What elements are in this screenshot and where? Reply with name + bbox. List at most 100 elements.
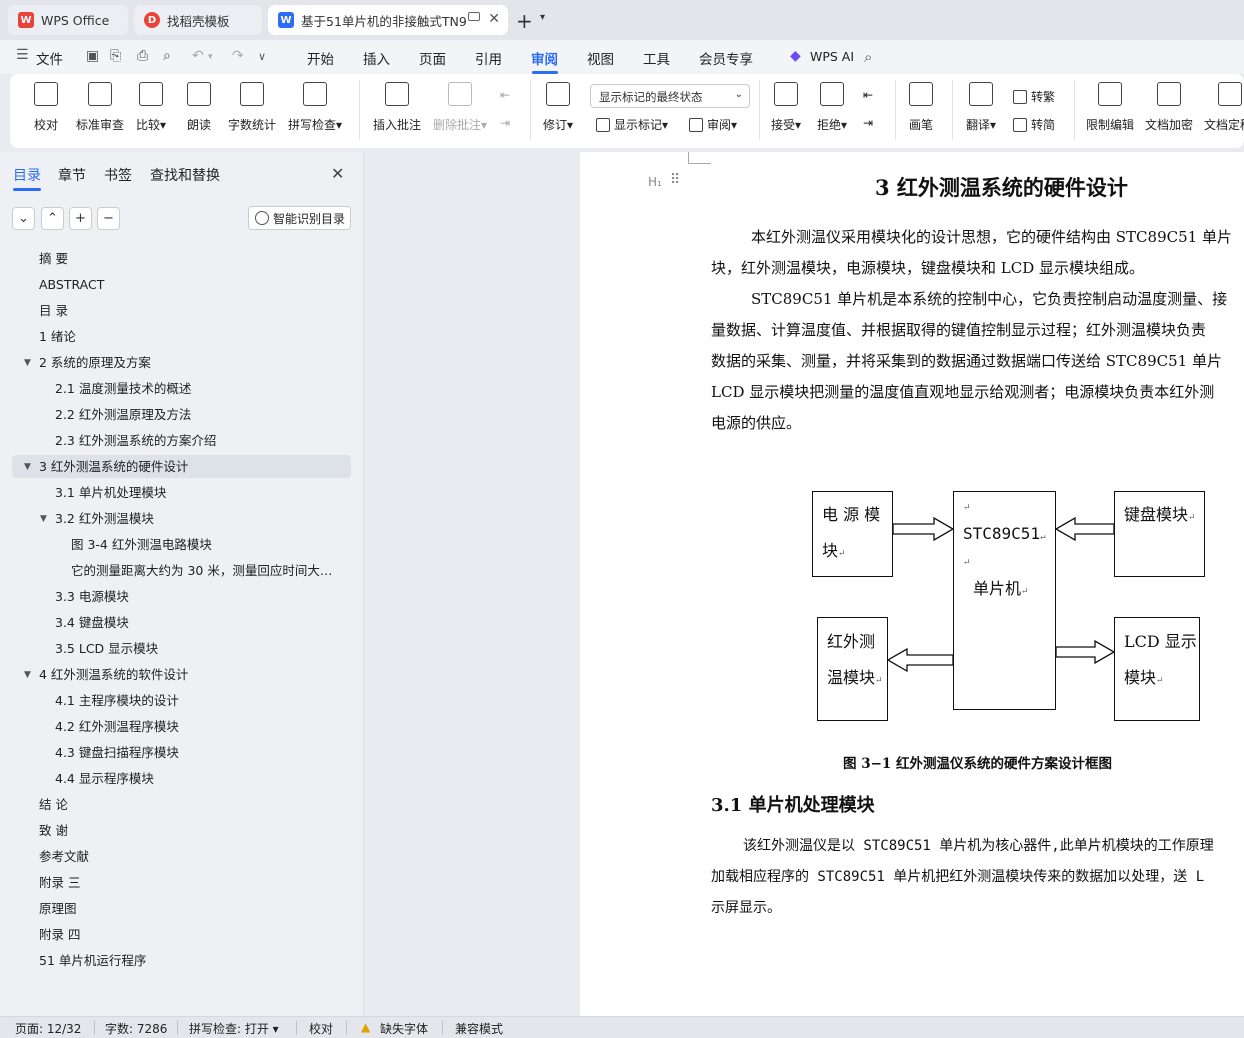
toc-item[interactable]: 4.1 主程序模块的设计 xyxy=(0,690,340,712)
toc-item[interactable]: 致 谢 xyxy=(0,820,340,842)
expand-triangle-icon[interactable]: ▼ xyxy=(40,508,47,530)
reject-button[interactable]: 拒绝▾ xyxy=(817,82,847,133)
nav-tab-toc[interactable]: 目录 xyxy=(13,165,41,185)
chevron-down-icon[interactable]: ▾ xyxy=(208,52,213,62)
toc-item[interactable]: 结 论 xyxy=(0,794,340,816)
toc-item[interactable]: 附录 四 xyxy=(0,924,340,946)
remove-heading-button[interactable]: − xyxy=(97,207,120,230)
review-pane-button[interactable]: 审阅 ▾ xyxy=(689,116,737,133)
redo-icon[interactable]: ↷ xyxy=(232,48,244,64)
compare-button[interactable]: 比较▾ xyxy=(136,82,166,133)
word-count-indicator[interactable]: 字数: 7286 xyxy=(105,1020,167,1037)
proofread-status[interactable]: 校对 xyxy=(309,1020,333,1037)
toc-item[interactable]: 它的测量距离大约为 30 米，测量回应时间大约 ... xyxy=(0,560,340,582)
add-heading-button[interactable]: + xyxy=(69,207,92,230)
toc-item[interactable]: 51 单片机运行程序 xyxy=(0,950,340,972)
menu-home[interactable]: 开始 xyxy=(307,48,334,68)
toc-item[interactable]: 4.4 显示程序模块 xyxy=(0,768,340,790)
menu-page[interactable]: 页面 xyxy=(419,48,446,68)
search-icon[interactable]: ⌕ xyxy=(864,48,872,66)
nav-tab-find-replace[interactable]: 查找和替换 xyxy=(150,165,220,185)
toc-item[interactable]: 2.3 红外测温系统的方案介绍 xyxy=(0,430,340,452)
wps-ai-icon[interactable]: ◆ xyxy=(790,48,801,64)
more-chevron-icon[interactable]: ∨ xyxy=(258,50,266,63)
spell-check-button[interactable]: 拼写检查▾ xyxy=(288,82,342,133)
smart-toc-button[interactable]: 智能识别目录 xyxy=(248,206,351,230)
toc-item[interactable]: 图 3-4 红外测温电路模块 xyxy=(0,534,340,556)
pen-button[interactable]: 画笔 xyxy=(909,82,933,133)
new-tab-icon[interactable]: + xyxy=(516,9,533,33)
toc-item[interactable]: 摘 要 xyxy=(0,248,340,270)
track-changes-button[interactable]: 修订▾ xyxy=(543,82,573,133)
missing-font-status[interactable]: 缺失字体 xyxy=(380,1020,428,1037)
toc-item[interactable]: 3.4 键盘模块 xyxy=(0,612,340,634)
toc-item[interactable]: ▼ 3.2 红外测温模块 xyxy=(0,508,340,530)
next-change-icon[interactable]: ⇥ xyxy=(863,116,873,130)
document-page[interactable]: H₁ ⠿ 3 红外测温系统的硬件设计 本红外测温仪采用模块化的设计思想，它的硬件… xyxy=(580,152,1244,1016)
toc-item[interactable]: 4.3 键盘扫描程序模块 xyxy=(0,742,340,764)
close-tab-icon[interactable]: ✕ xyxy=(488,11,500,27)
toc-item[interactable]: ▼ 3 红外测温系统的硬件设计 xyxy=(0,456,340,478)
spell-check-status[interactable]: 拼写检查: 打开 ▾ xyxy=(189,1020,279,1037)
tab-current-document[interactable]: W 基于51单片机的非接触式TN9 ✕ xyxy=(268,5,508,35)
toc-item[interactable]: 3.5 LCD 显示模块 xyxy=(0,638,340,660)
toc-item[interactable]: 3.3 电源模块 xyxy=(0,586,340,608)
screen-icon[interactable] xyxy=(468,12,480,21)
nav-tab-chapters[interactable]: 章节 xyxy=(58,165,86,185)
standard-review-button[interactable]: 标准审查 xyxy=(76,82,124,133)
export-icon[interactable]: ⎘ xyxy=(110,48,121,64)
expand-triangle-icon[interactable]: ▼ xyxy=(24,664,31,686)
expand-triangle-icon[interactable]: ▼ xyxy=(24,456,31,478)
toc-item[interactable]: 1 绪论 xyxy=(0,326,340,348)
finalize-document-button[interactable]: 文档定稿 xyxy=(1204,82,1244,133)
menu-review[interactable]: 审阅 xyxy=(531,48,558,68)
to-simplified-button[interactable]: 转简 xyxy=(1013,116,1055,133)
nav-tab-bookmarks[interactable]: 书签 xyxy=(104,165,132,185)
page-indicator[interactable]: 页面: 12/32 xyxy=(15,1020,81,1037)
toc-item[interactable]: 2.1 温度测量技术的概述 xyxy=(0,378,340,400)
hamburger-icon[interactable]: ☰ xyxy=(16,47,29,63)
expand-button[interactable]: ⌃ xyxy=(41,207,64,230)
toc-item[interactable]: 4.2 红外测温程序模块 xyxy=(0,716,340,738)
toc-item[interactable]: 目 录 xyxy=(0,300,340,322)
insert-comment-button[interactable]: 插入批注 xyxy=(373,82,421,133)
accept-button[interactable]: 接受▾ xyxy=(771,82,801,133)
collapse-button[interactable]: ⌄ xyxy=(12,207,35,230)
toc-item[interactable]: ▼ 4 红外测温系统的软件设计 xyxy=(0,664,340,686)
previous-comment-icon[interactable]: ⇤ xyxy=(500,88,510,102)
delete-comment-button[interactable]: 删除批注▾ xyxy=(433,82,487,133)
tab-wps-office[interactable]: W WPS Office xyxy=(8,5,128,35)
save-icon[interactable]: ▣ xyxy=(86,48,99,64)
menu-file[interactable]: 文件 xyxy=(36,48,63,68)
menu-view[interactable]: 视图 xyxy=(587,48,614,68)
encrypt-document-button[interactable]: 文档加密 xyxy=(1145,82,1193,133)
read-aloud-button[interactable]: 朗读 xyxy=(187,82,211,133)
word-count-button[interactable]: 字数统计 xyxy=(228,82,276,133)
toc-item[interactable]: 2.2 红外测温原理及方法 xyxy=(0,404,340,426)
toc-item[interactable]: 原理图 xyxy=(0,898,340,920)
to-traditional-button[interactable]: 转繁 xyxy=(1013,88,1055,105)
toc-item[interactable]: 参考文献 xyxy=(0,846,340,868)
print-preview-icon[interactable]: ⌕ xyxy=(163,48,171,64)
undo-icon[interactable]: ↶ xyxy=(192,48,204,64)
previous-change-icon[interactable]: ⇤ xyxy=(863,88,873,102)
toc-item[interactable]: ABSTRACT xyxy=(0,274,340,296)
toc-item[interactable]: 附录 三 xyxy=(0,872,340,894)
menu-reference[interactable]: 引用 xyxy=(475,48,502,68)
translate-button[interactable]: 翻译▾ xyxy=(966,82,996,133)
proofread-button[interactable]: 校对 xyxy=(34,82,58,133)
expand-triangle-icon[interactable]: ▼ xyxy=(24,352,31,374)
restrict-editing-button[interactable]: 限制编辑 xyxy=(1086,82,1134,133)
chevron-down-icon[interactable]: ▾ xyxy=(540,12,545,23)
show-markup-button[interactable]: 显示标记 ▾ xyxy=(596,116,668,133)
markup-state-select[interactable]: 显示标记的最终状态 ⌄ xyxy=(590,84,750,108)
tab-docer-templates[interactable]: D 找稻壳模板 xyxy=(134,5,262,35)
next-comment-icon[interactable]: ⇥ xyxy=(500,116,510,130)
menu-wps-ai[interactable]: WPS AI xyxy=(810,49,854,64)
close-icon[interactable]: ✕ xyxy=(331,164,344,183)
toc-item[interactable]: ▼ 2 系统的原理及方案 xyxy=(0,352,340,374)
menu-insert[interactable]: 插入 xyxy=(363,48,390,68)
toc-item[interactable]: 3.1 单片机处理模块 xyxy=(0,482,340,504)
menu-tools[interactable]: 工具 xyxy=(643,48,670,68)
menu-membership[interactable]: 会员专享 xyxy=(699,48,753,68)
